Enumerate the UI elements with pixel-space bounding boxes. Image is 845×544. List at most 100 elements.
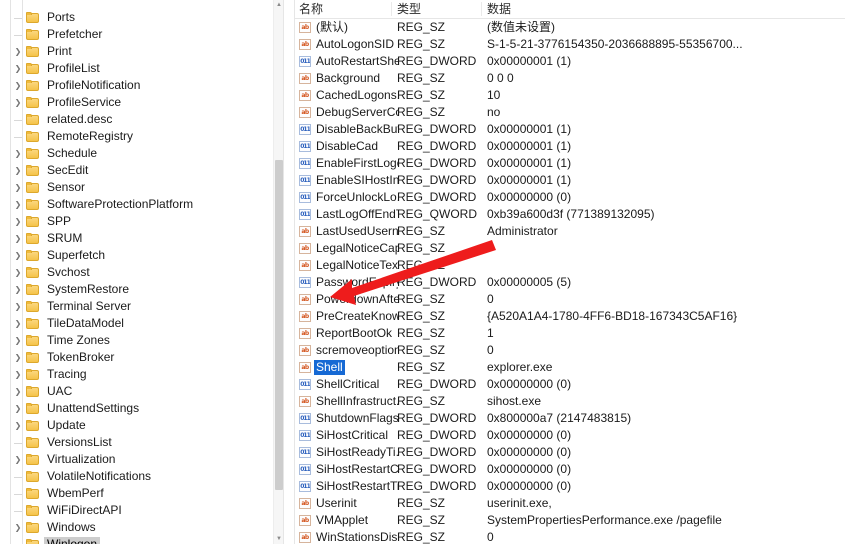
column-header-data[interactable]: 数据 bbox=[483, 1, 511, 17]
chevron-right-icon[interactable]: ❯ bbox=[12, 315, 24, 332]
scroll-up-arrow-icon[interactable]: ▲ bbox=[274, 0, 283, 10]
chevron-right-icon[interactable]: ❯ bbox=[12, 264, 24, 281]
value-row[interactable]: 011 EnableSIHostIn...REG_DWORD 0x00000001 … bbox=[295, 172, 845, 189]
value-row[interactable]: 011 AutoRestartShell REG_DWORD 0x00000001 (… bbox=[295, 53, 845, 70]
scroll-down-arrow-icon[interactable]: ▼ bbox=[274, 534, 283, 544]
registry-values-list[interactable]: ab (默认) REG_SZ (数值未设置) ab AutoLogonSID REG_SZ S… bbox=[295, 19, 845, 544]
tree-item-versionslist[interactable]: VersionsList bbox=[0, 434, 273, 451]
chevron-right-icon[interactable]: ❯ bbox=[12, 213, 24, 230]
tree-item-wifidirectapi[interactable]: WiFiDirectAPI bbox=[0, 502, 273, 519]
tree-item-winlogon[interactable]: ⌄ Winlogon bbox=[0, 536, 273, 544]
tree-item-superfetch[interactable]: ❯ Superfetch bbox=[0, 247, 273, 264]
chevron-right-icon[interactable]: ❯ bbox=[12, 60, 24, 77]
registry-key-tree-pane[interactable]: Ports Prefetcher ❯ Print ❯ ProfileList ❯ Profil… bbox=[0, 0, 283, 544]
chevron-right-icon[interactable]: ❯ bbox=[12, 230, 24, 247]
tree-vertical-scrollbar[interactable]: ▲ ▼ bbox=[273, 0, 283, 544]
pane-splitter[interactable] bbox=[283, 0, 295, 544]
tree-item-virtualization[interactable]: ❯ Virtualization bbox=[0, 451, 273, 468]
chevron-right-icon[interactable]: ❯ bbox=[12, 349, 24, 366]
tree-item-uac[interactable]: ❯ UAC bbox=[0, 383, 273, 400]
tree-item-tokenbroker[interactable]: ❯ TokenBroker bbox=[0, 349, 273, 366]
value-row[interactable]: ab CachedLogons... REG_SZ 10 bbox=[295, 87, 845, 104]
tree-item-terminal-server[interactable]: ❯ Terminal Server bbox=[0, 298, 273, 315]
chevron-right-icon[interactable]: ❯ bbox=[12, 43, 24, 60]
value-row[interactable]: ab DebugServerCo...REG_SZ no bbox=[295, 104, 845, 121]
value-row[interactable]: ab ReportBootOk REG_SZ 1 bbox=[295, 325, 845, 342]
chevron-right-icon[interactable]: ❯ bbox=[12, 366, 24, 383]
chevron-right-icon[interactable]: ❯ bbox=[12, 196, 24, 213]
value-row[interactable]: 011 LastLogOffEndT...REG_QWORD 0xb39a600d3… bbox=[295, 206, 845, 223]
column-separator-2[interactable] bbox=[481, 2, 482, 16]
tree-item-softwareprotectionplatform[interactable]: ❯ SoftwareProtectionPlatform bbox=[0, 196, 273, 213]
tree-scrollbar-thumb[interactable] bbox=[275, 160, 283, 490]
chevron-right-icon[interactable]: ❯ bbox=[12, 179, 24, 196]
value-row[interactable]: 011 SiHostCritical REG_DWORD 0x00000000 (0) bbox=[295, 427, 845, 444]
tree-item-systemrestore[interactable]: ❯ SystemRestore bbox=[0, 281, 273, 298]
chevron-right-icon[interactable]: ❯ bbox=[12, 281, 24, 298]
value-row[interactable]: 011 SiHostReadyTi... REG_DWORD 0x00000000 (… bbox=[295, 444, 845, 461]
registry-key-tree[interactable]: Ports Prefetcher ❯ Print ❯ ProfileList ❯ Profil… bbox=[0, 0, 273, 544]
value-row[interactable]: ab Background REG_SZ 0 0 0 bbox=[295, 70, 845, 87]
tree-item-time-zones[interactable]: ❯ Time Zones bbox=[0, 332, 273, 349]
value-row[interactable]: ab PreCreateKnow...REG_SZ {A520A1A4-1780-4… bbox=[295, 308, 845, 325]
value-row[interactable]: 011 SiHostRestartTi...REG_DWORD 0x00000000… bbox=[295, 478, 845, 495]
value-row[interactable]: ab WinStationsDis...REG_SZ 0 bbox=[295, 529, 845, 544]
value-row[interactable]: ab VMApplet REG_SZ SystemPropertiesPerforma… bbox=[295, 512, 845, 529]
tree-item-update[interactable]: ❯ Update bbox=[0, 417, 273, 434]
value-row[interactable]: ab (默认) REG_SZ (数值未设置) bbox=[295, 19, 845, 36]
value-row[interactable]: 011 EnableFirstLogo...REG_DWORD 0x00000001… bbox=[295, 155, 845, 172]
tree-item-volatilenotifications[interactable]: VolatileNotifications bbox=[0, 468, 273, 485]
tree-item-ports[interactable]: Ports bbox=[0, 9, 273, 26]
tree-item-tracing[interactable]: ❯ Tracing bbox=[0, 366, 273, 383]
tree-item-schedule[interactable]: ❯ Schedule bbox=[0, 145, 273, 162]
chevron-right-icon[interactable]: ❯ bbox=[12, 145, 24, 162]
chevron-right-icon[interactable]: ❯ bbox=[12, 519, 24, 536]
tree-item-prefetcher[interactable]: Prefetcher bbox=[0, 26, 273, 43]
value-row[interactable]: ab ShellInfrastruct... REG_SZ sihost.exe bbox=[295, 393, 845, 410]
column-header-type[interactable]: 类型 bbox=[393, 1, 421, 17]
tree-item-remoteregistry[interactable]: RemoteRegistry bbox=[0, 128, 273, 145]
chevron-right-icon[interactable]: ❯ bbox=[12, 77, 24, 94]
column-separator-1[interactable] bbox=[391, 2, 392, 16]
tree-item-related-desc[interactable]: related.desc bbox=[0, 111, 273, 128]
tree-item-print[interactable]: ❯ Print bbox=[0, 43, 273, 60]
value-row[interactable]: ab scremoveoption REG_SZ 0 bbox=[295, 342, 845, 359]
chevron-right-icon[interactable]: ❯ bbox=[12, 400, 24, 417]
chevron-right-icon[interactable]: ❯ bbox=[12, 247, 24, 264]
value-row[interactable]: 011 DisableCad REG_DWORD 0x00000001 (1) bbox=[295, 138, 845, 155]
chevron-right-icon[interactable]: ❯ bbox=[12, 162, 24, 179]
value-row[interactable]: 011 DisableBackBut...REG_DWORD 0x00000001 … bbox=[295, 121, 845, 138]
tree-item-spp[interactable]: ❯ SPP bbox=[0, 213, 273, 230]
value-row[interactable]: ab AutoLogonSID REG_SZ S-1-5-21-3776154350-… bbox=[295, 36, 845, 53]
chevron-down-icon[interactable]: ⌄ bbox=[12, 536, 24, 544]
tree-item-srum[interactable]: ❯ SRUM bbox=[0, 230, 273, 247]
tree-item-profilelist[interactable]: ❯ ProfileList bbox=[0, 60, 273, 77]
value-row[interactable]: ab LegalNoticeCap...REG_SZ bbox=[295, 240, 845, 257]
value-row[interactable]: 011 ForceUnlockLo... REG_DWORD 0x00000000 (… bbox=[295, 189, 845, 206]
value-row[interactable]: ab Userinit REG_SZ userinit.exe, bbox=[295, 495, 845, 512]
tree-item-windows[interactable]: ❯ Windows bbox=[0, 519, 273, 536]
chevron-right-icon[interactable]: ❯ bbox=[12, 298, 24, 315]
tree-item-wbemperf[interactable]: WbemPerf bbox=[0, 485, 273, 502]
value-row[interactable]: ab PowerdownAfte...REG_SZ 0 bbox=[295, 291, 845, 308]
value-row[interactable]: 011 PasswordExpiry...REG_DWORD 0x00000005 … bbox=[295, 274, 845, 291]
chevron-right-icon[interactable]: ❯ bbox=[12, 94, 24, 111]
tree-item-profileservice[interactable]: ❯ ProfileService bbox=[0, 94, 273, 111]
chevron-right-icon[interactable]: ❯ bbox=[12, 332, 24, 349]
values-column-header[interactable]: 名称 类型 数据 bbox=[295, 0, 845, 19]
column-header-name[interactable]: 名称 bbox=[295, 1, 323, 17]
tree-item-profilenotification[interactable]: ❯ ProfileNotification bbox=[0, 77, 273, 94]
value-row[interactable]: ab Shell REG_SZ explorer.exe bbox=[295, 359, 845, 376]
tree-item-sensor[interactable]: ❯ Sensor bbox=[0, 179, 273, 196]
chevron-right-icon[interactable]: ❯ bbox=[12, 417, 24, 434]
tree-item-secedit[interactable]: ❯ SecEdit bbox=[0, 162, 273, 179]
tree-item-svchost[interactable]: ❯ Svchost bbox=[0, 264, 273, 281]
tree-item-unattendsettings[interactable]: ❯ UnattendSettings bbox=[0, 400, 273, 417]
chevron-right-icon[interactable]: ❯ bbox=[12, 451, 24, 468]
registry-values-pane[interactable]: 名称 类型 数据 ab (默认) REG_SZ (数值未设置) ab AutoLogonS… bbox=[295, 0, 845, 544]
value-row[interactable]: ab LastUsedUsern...REG_SZ Administrator bbox=[295, 223, 845, 240]
value-row[interactable]: ab LegalNoticeText REG_SZ bbox=[295, 257, 845, 274]
value-row[interactable]: 011 SiHostRestartC...REG_DWORD 0x00000000 … bbox=[295, 461, 845, 478]
tree-item-tiledatamodel[interactable]: ❯ TileDataModel bbox=[0, 315, 273, 332]
value-row[interactable]: 011 ShellCritical REG_DWORD 0x00000000 (0) bbox=[295, 376, 845, 393]
